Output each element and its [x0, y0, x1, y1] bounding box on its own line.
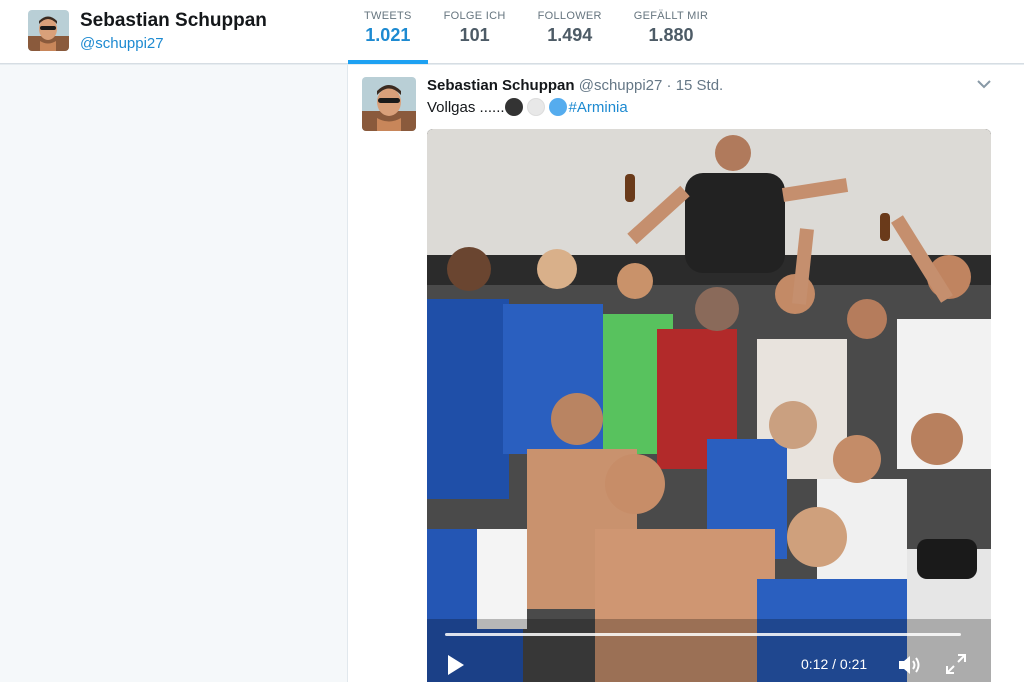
- left-column: [0, 65, 347, 682]
- video-time-display: 0:12 / 0:21: [801, 656, 868, 672]
- tweet-author-name[interactable]: Sebastian Schuppan: [427, 77, 575, 94]
- blue-circle-icon: [548, 98, 567, 116]
- chevron-down-icon[interactable]: [976, 77, 992, 89]
- tweet-header: Sebastian Schuppan @schuppi27 · 15 Std.: [427, 77, 723, 94]
- stat-likes[interactable]: GEFÄLLT MIR 1.880: [618, 0, 724, 64]
- play-icon[interactable]: [443, 653, 467, 677]
- stat-label: FOLGE ICH: [443, 10, 506, 22]
- video-frame: [427, 129, 991, 682]
- stat-value: 1.494: [547, 25, 593, 45]
- tweet-avatar[interactable]: [362, 77, 416, 131]
- black-circle-icon: [504, 98, 523, 116]
- stat-followers[interactable]: FOLLOWER 1.494: [522, 0, 618, 64]
- hashtag-link[interactable]: #Arminia: [569, 99, 628, 116]
- volume-icon[interactable]: [897, 653, 923, 677]
- stat-value: 101: [459, 25, 490, 45]
- stat-label: FOLLOWER: [537, 10, 602, 22]
- profile-handle[interactable]: @schuppi27: [80, 35, 164, 52]
- stat-value: 1.880: [648, 25, 694, 45]
- profile-header-bar: Sebastian Schuppan @schuppi27 TWEETS 1.0…: [0, 0, 1024, 64]
- video-progress-track[interactable]: [445, 633, 961, 636]
- tweet-timestamp[interactable]: 15 Std.: [676, 77, 724, 94]
- tweet-card[interactable]: Sebastian Schuppan @schuppi27 · 15 Std. …: [347, 65, 1024, 682]
- stat-label: TWEETS: [364, 10, 412, 22]
- tweet-author-handle[interactable]: @schuppi27: [579, 77, 663, 94]
- tweet-text-body: Vollgas ......: [427, 98, 505, 116]
- tweet-text: Vollgas ...... #Arminia: [427, 98, 628, 116]
- stat-following[interactable]: FOLGE ICH 101: [428, 0, 522, 64]
- profile-name[interactable]: Sebastian Schuppan: [80, 10, 267, 32]
- profile-stats-nav: TWEETS 1.021 FOLGE ICH 101 FOLLOWER 1.49…: [348, 0, 724, 64]
- fullscreen-icon[interactable]: [945, 653, 967, 675]
- white-circle-icon: [526, 98, 545, 116]
- video-player[interactable]: 0:12 / 0:21: [427, 129, 991, 682]
- stat-tweets[interactable]: TWEETS 1.021: [348, 0, 428, 64]
- profile-avatar[interactable]: [28, 10, 69, 51]
- stat-label: GEFÄLLT MIR: [633, 10, 709, 22]
- stat-value: 1.021: [365, 25, 411, 45]
- tweet-separator: ·: [666, 77, 672, 94]
